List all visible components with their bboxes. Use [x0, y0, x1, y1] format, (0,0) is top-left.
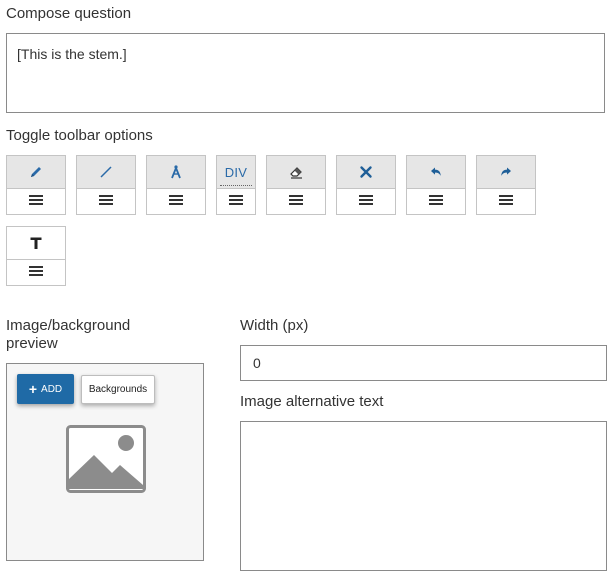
compose-question-label: Compose question [6, 5, 132, 22]
close-icon [358, 164, 374, 180]
tool-text [6, 226, 66, 286]
plus-icon: + [28, 381, 38, 397]
hamburger-icon [359, 193, 373, 211]
backgrounds-button[interactable]: Backgrounds [81, 375, 155, 404]
tool-clear-button[interactable] [337, 156, 395, 189]
tool-pencil-menu-button[interactable] [7, 189, 65, 214]
preview-label-line2: preview [6, 335, 58, 352]
text-icon [28, 235, 44, 251]
tool-pencil-button[interactable] [7, 156, 65, 189]
hamburger-icon [29, 264, 43, 282]
compass-icon [168, 164, 184, 180]
tool-div-button[interactable]: DIV [217, 156, 255, 189]
pencil-icon [28, 164, 44, 180]
toolbar-options-label: Toggle toolbar options [6, 127, 153, 144]
undo-icon [428, 164, 444, 180]
tool-line [76, 155, 136, 215]
hamburger-icon [229, 193, 243, 211]
tool-redo [476, 155, 536, 215]
tool-div: DIV [216, 155, 256, 215]
stem-text: [This is the stem.] [17, 46, 127, 62]
add-label: ADD [41, 383, 63, 395]
tool-pencil [6, 155, 66, 215]
image-placeholder-icon [66, 425, 146, 498]
hamburger-icon [29, 193, 43, 211]
image-preview: + ADD Backgrounds [6, 363, 204, 561]
tool-line-menu-button[interactable] [77, 189, 135, 214]
preview-label-line1: Image/background [6, 317, 131, 334]
hamburger-icon [169, 193, 183, 211]
tool-compass-button[interactable] [147, 156, 205, 189]
tool-eraser-menu-button[interactable] [267, 189, 325, 214]
tool-eraser-button[interactable] [267, 156, 325, 189]
tool-text-menu-button[interactable] [7, 260, 65, 285]
preview-label: Image/background preview [6, 317, 130, 353]
tool-div-menu-button[interactable] [217, 189, 255, 214]
eraser-icon [288, 164, 304, 180]
redo-icon [498, 164, 514, 180]
alt-text-label: Image alternative text [240, 393, 384, 410]
stem-editor[interactable]: [This is the stem.] [6, 33, 605, 113]
div-label: DIV [224, 164, 248, 180]
alt-text-textarea[interactable] [240, 421, 607, 571]
tool-clear-menu-button[interactable] [337, 189, 395, 214]
tool-compass [146, 155, 206, 215]
tool-undo [406, 155, 466, 215]
tool-eraser [266, 155, 326, 215]
tool-redo-menu-button[interactable] [477, 189, 535, 214]
tool-compass-menu-button[interactable] [147, 189, 205, 214]
hamburger-icon [289, 193, 303, 211]
tool-text-button[interactable] [7, 227, 65, 260]
tool-undo-button[interactable] [407, 156, 465, 189]
div-underline [220, 185, 252, 186]
width-label: Width (px) [240, 317, 309, 334]
line-icon [98, 164, 114, 180]
tool-line-button[interactable] [77, 156, 135, 189]
tool-undo-menu-button[interactable] [407, 189, 465, 214]
tool-redo-button[interactable] [477, 156, 535, 189]
hamburger-icon [99, 193, 113, 211]
width-input[interactable] [240, 345, 607, 381]
hamburger-icon [429, 193, 443, 211]
hamburger-icon [499, 193, 513, 211]
add-image-button[interactable]: + ADD [17, 374, 74, 404]
tool-clear [336, 155, 396, 215]
